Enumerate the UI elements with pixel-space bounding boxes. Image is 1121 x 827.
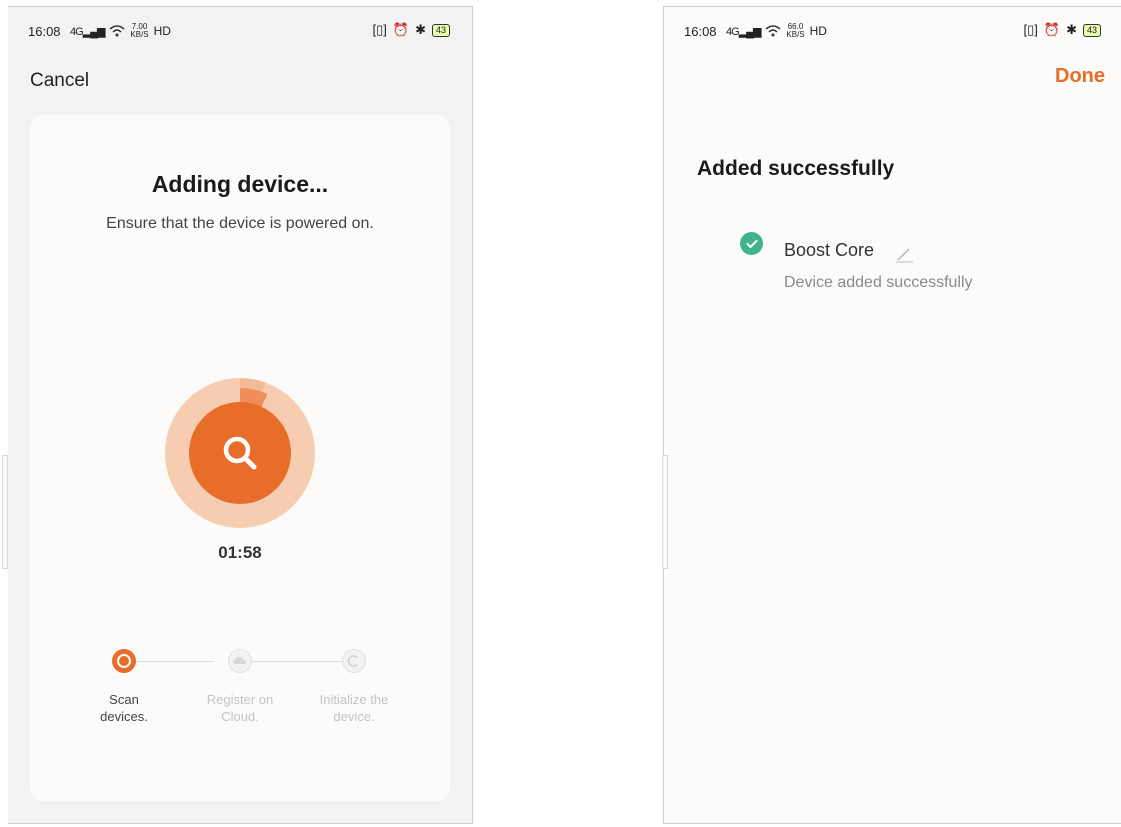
edge-tab	[2, 455, 8, 569]
adding-device-screen: 16:08 4G▂▄▆ 7.00 KB/S HD [▯] ⏰ ✱ 43 Canc…	[8, 6, 473, 824]
done-button[interactable]: Done	[1055, 65, 1105, 88]
page-subtitle: Ensure that the device is powered on.	[106, 215, 374, 232]
step-scan-icon	[112, 649, 136, 673]
status-bar: 16:08 4G▂▄▆ 7.00 KB/S HD [▯] ⏰ ✱ 43	[8, 7, 472, 53]
check-icon	[740, 232, 763, 255]
signal-icon: 4G▂▄▆	[726, 25, 761, 38]
status-bar: 16:08 4G▂▄▆ 66.0 KB/S HD [▯] ⏰ ✱ 43	[664, 7, 1121, 53]
edit-pencil-icon[interactable]	[894, 243, 914, 268]
page-title: Adding device...	[151, 171, 329, 197]
alarm-icon: ⏰	[1043, 22, 1061, 37]
alarm-icon: ⏰	[392, 22, 410, 37]
hd-badge: HD	[153, 24, 171, 38]
edge-tab	[662, 455, 668, 569]
wifi-icon	[109, 25, 125, 37]
battery-icon: 43	[431, 23, 450, 37]
status-time: 16:08	[28, 24, 61, 39]
wifi-icon	[765, 25, 781, 37]
page-title: Added successfully	[697, 157, 895, 180]
vibrate-icon: [▯]	[1023, 22, 1038, 37]
bluetooth-icon: ✱	[415, 22, 426, 37]
network-speed: 7.00 KB/S	[130, 22, 149, 39]
cloud-icon	[228, 649, 252, 673]
initialize-icon	[342, 649, 366, 673]
battery-icon: 43	[1082, 23, 1101, 37]
added-successfully-screen: 16:08 4G▂▄▆ 66.0 KB/S HD [▯] ⏰ ✱ 43 Done…	[663, 6, 1121, 824]
scan-progress-ring	[165, 378, 315, 528]
hd-badge: HD	[809, 24, 827, 38]
cancel-button[interactable]: Cancel	[30, 70, 89, 92]
adding-card: Adding device... Ensure that the device …	[30, 115, 450, 801]
signal-icon: 4G▂▄▆	[70, 25, 105, 38]
device-name: Boost Core	[784, 240, 875, 260]
status-time: 16:08	[684, 24, 717, 39]
vibrate-icon: [▯]	[372, 22, 387, 37]
network-speed: 66.0 KB/S	[786, 22, 805, 39]
step-label-initialize: Initialize the device.	[319, 692, 389, 724]
bluetooth-icon: ✱	[1066, 22, 1077, 37]
progress-steps: Scan devices. Register on Cloud. Initializ…	[90, 647, 400, 737]
search-icon	[223, 436, 257, 470]
countdown-timer: 01:58	[218, 543, 262, 562]
device-status: Device added successfully	[784, 274, 973, 291]
step-label-register: Register on Cloud.	[206, 692, 274, 724]
step-label-scan: Scan devices.	[100, 692, 148, 724]
